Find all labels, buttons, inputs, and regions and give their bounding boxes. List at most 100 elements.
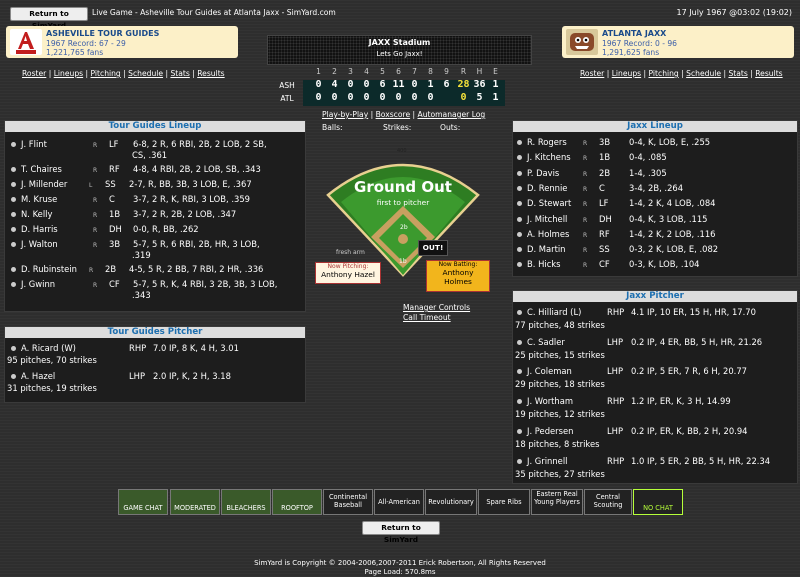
away-team-box: ASHEVILLE TOUR GUIDES 1967 Record: 67 - … <box>6 26 238 58</box>
away-results-link[interactable]: Results <box>197 69 224 78</box>
automanager-log-link[interactable]: Automanager Log <box>418 110 486 119</box>
away-team-record: 1967 Record: 67 - 29 <box>46 39 126 48</box>
lineup-row[interactable]: D. Rubinstein R 2B 4-5, 5 R, 2 BB, 7 RBI, 2… <box>11 264 263 274</box>
player-position: RF <box>599 228 610 239</box>
pitcher-row[interactable]: J. Wortham RHP 1.2 IP, ER, K, 3 H, 14.99 <box>517 396 731 406</box>
pitcher-throws: RHP <box>129 343 147 353</box>
now-pitching-name: Anthony Hazel <box>321 270 375 279</box>
away-schedule-link[interactable]: Schedule <box>128 69 163 78</box>
bleachers-chat-button[interactable]: BLEACHERS <box>221 489 271 515</box>
central-scouting-chat-button[interactable]: Central Scouting <box>584 489 632 515</box>
home-lineups-link[interactable]: Lineups <box>612 69 641 78</box>
pitcher-name: A. Hazel <box>21 371 56 381</box>
lineup-row[interactable]: D. Martin R SS 0-3, 2 K, LOB, E, .082 <box>517 244 718 254</box>
fresh-arm-label: fresh arm <box>336 249 365 256</box>
linescore-value: 6 <box>443 79 450 90</box>
home-team-links: Roster | Lineups | Pitching | Schedule |… <box>580 69 783 78</box>
lineup-row[interactable]: T. Chaires R RF 4-8, 4 RBI, 2B, 2 LOB, SB, … <box>11 164 261 174</box>
pitcher-throws: RHP <box>607 455 625 466</box>
pitcher-row[interactable]: C. Hilliard (L) RHP 4.1 IP, 10 ER, 15 H, H… <box>517 307 756 317</box>
no-chat-button[interactable]: NO CHAT <box>633 489 683 515</box>
lineup-row[interactable]: D. Stewart R LF 1-4, 2 K, 4 LOB, .084 <box>517 198 715 208</box>
away-pitching-link[interactable]: Pitching <box>91 69 121 78</box>
pitcher-status-dot <box>517 458 522 464</box>
home-team-fans: 1,291,625 fans <box>602 48 660 57</box>
pitcher-row[interactable]: C. Sadler LHP 0.2 IP, 4 ER, BB, 5 H, HR, 2… <box>517 337 762 347</box>
linescore-value: 0 <box>395 92 402 103</box>
now-batting-label: Now Batting: <box>438 261 478 268</box>
linescore-value: 4 <box>331 79 338 90</box>
game-chat-button[interactable]: GAME CHAT <box>118 489 168 515</box>
return-to-simyard-button[interactable]: Return to SimYard <box>10 7 88 30</box>
pitcher-row[interactable]: J. Grinnell RHP 1.0 IP, 5 ER, 2 BB, 5 H, H… <box>517 456 770 466</box>
lineup-row[interactable]: D. Harris R DH 0-0, R, BB, .262 <box>11 224 199 234</box>
all-american-chat-button[interactable]: All-American <box>374 489 424 515</box>
lineup-row[interactable]: R. Rogers R 3B 0-4, K, LOB, E, .255 <box>517 137 710 147</box>
pitcher-throws: LHP <box>607 336 624 347</box>
player-status-dot <box>11 212 16 217</box>
revolutionary-chat-button[interactable]: Revolutionary <box>425 489 477 515</box>
pitcher-row[interactable]: J. Coleman LHP 0.2 IP, 5 ER, 7 R, 6 H, 20.… <box>517 366 747 376</box>
away-lineups-link[interactable]: Lineups <box>54 69 83 78</box>
linescore-value: 36 <box>473 79 486 90</box>
moderated-chat-button[interactable]: MODERATED <box>170 489 220 515</box>
continental-baseball-chat-button[interactable]: Continental Baseball <box>323 489 373 515</box>
linescore-value: 0 <box>427 92 434 103</box>
away-roster-link[interactable]: Roster <box>22 69 46 78</box>
boxscore-link[interactable]: Boxscore <box>376 110 411 119</box>
stadium-name: JAXX Stadium <box>368 38 431 47</box>
lineup-row[interactable]: J. Gwinn R CF 5-7, 5 R, K, 4 RBI, 3 2B, 3B,… <box>11 279 277 289</box>
lineup-row[interactable]: N. Kelly R 1B 3-7, 2 R, 2B, 2 LOB, .347 <box>11 209 236 219</box>
spare-ribs-chat-button[interactable]: Spare Ribs <box>478 489 530 515</box>
linescore-value: 1 <box>427 79 434 90</box>
home-roster-link[interactable]: Roster <box>580 69 604 78</box>
player-hand: R <box>583 247 588 255</box>
player-position: 1B <box>109 209 121 219</box>
lineup-row[interactable]: A. Holmes R RF 1-4, 2 K, 2 LOB, .116 <box>517 229 715 239</box>
pitcher-row[interactable]: A. Ricard (W) RHP 7.0 IP, 8 K, 4 H, 3.01 <box>11 343 239 353</box>
home-results-link[interactable]: Results <box>755 69 782 78</box>
away-team-fans: 1,221,765 fans <box>46 48 104 57</box>
lineup-row[interactable]: J. Walton R 3B 5-7, 5 R, 6 RBI, 2B, HR, 3 L… <box>11 239 260 249</box>
player-position: SS <box>599 244 610 255</box>
pitcher-name: J. Grinnell <box>527 455 568 466</box>
pitcher-row[interactable]: A. Hazel LHP 2.0 IP, K, 2 H, 3.18 <box>11 371 231 381</box>
manager-controls-link[interactable]: Manager Controls <box>403 303 470 312</box>
player-hand: R <box>583 155 588 163</box>
player-stats: 2-7, R, BB, 3B, 3 LOB, E, .367 <box>129 179 252 189</box>
copyright: SimYard is Copyright © 2004-2006,2007-20… <box>254 559 546 567</box>
home-pitching-link[interactable]: Pitching <box>649 69 679 78</box>
pitcher-pitch-count: 95 pitches, 70 strikes <box>7 355 97 365</box>
scoreboard: JAXX Stadium Lets Go Jaxx! 1 2 3 4 5 6 7 8 9 RH E A… <box>267 35 532 107</box>
player-position: LF <box>109 139 119 149</box>
player-name: R. Rogers <box>527 137 567 147</box>
away-lineup-panel: Tour Guides Lineup J. Flint R LF 6-8, 2 R, … <box>4 120 306 312</box>
player-name: D. Martin <box>527 244 566 255</box>
rooftop-chat-button[interactable]: ROOFTOP <box>272 489 322 515</box>
home-schedule-link[interactable]: Schedule <box>686 69 721 78</box>
player-stats: 4-5, 5 R, 2 BB, 7 RBI, 2 HR, .336 <box>129 264 264 274</box>
lineup-row[interactable]: D. Rennie R C 3-4, 2B, .264 <box>517 183 683 193</box>
lineup-row[interactable]: B. Hicks R CF 0-3, K, LOB, .104 <box>517 259 700 269</box>
lineup-row[interactable]: M. Kruse R C 3-7, 2 R, K, RBI, 3 LOB, .359 <box>11 194 250 204</box>
pitcher-row[interactable]: J. Pedersen LHP 0.2 IP, ER, K, BB, 2 H, 20… <box>517 426 747 436</box>
home-team-record: 1967 Record: 0 - 96 <box>602 39 678 48</box>
player-status-dot <box>11 242 16 247</box>
player-position: C <box>109 194 115 204</box>
player-hand: R <box>583 216 588 224</box>
call-timeout-link[interactable]: Call Timeout <box>403 313 451 322</box>
player-name: A. Holmes <box>527 228 570 239</box>
eastern-real-young-players-chat-button[interactable]: Eastern Real Young Players <box>531 489 583 515</box>
bottom-return-button[interactable]: Return to SimYard <box>362 521 440 544</box>
player-position: 2B <box>599 167 611 178</box>
lineup-row[interactable]: J. Kitchens R 1B 0-4, .085 <box>517 152 667 162</box>
lineup-row[interactable]: J. Millender L SS 2-7, R, BB, 3B, 3 LOB, E,… <box>11 179 252 189</box>
lineup-row[interactable]: J. Flint R LF 6-8, 2 R, 6 RBI, 2B, 2 LOB, 2… <box>11 139 267 149</box>
away-stats-link[interactable]: Stats <box>170 69 189 78</box>
player-hand: R <box>93 282 98 289</box>
play-by-play-link[interactable]: Play-by-Play <box>322 110 368 119</box>
home-stats-link[interactable]: Stats <box>728 69 747 78</box>
linescore-col-header: E <box>493 67 498 76</box>
lineup-row[interactable]: J. Mitchell R DH 0-4, K, 3 LOB, .115 <box>517 214 708 224</box>
lineup-row[interactable]: P. Davis R 2B 1-4, .305 <box>517 168 667 178</box>
